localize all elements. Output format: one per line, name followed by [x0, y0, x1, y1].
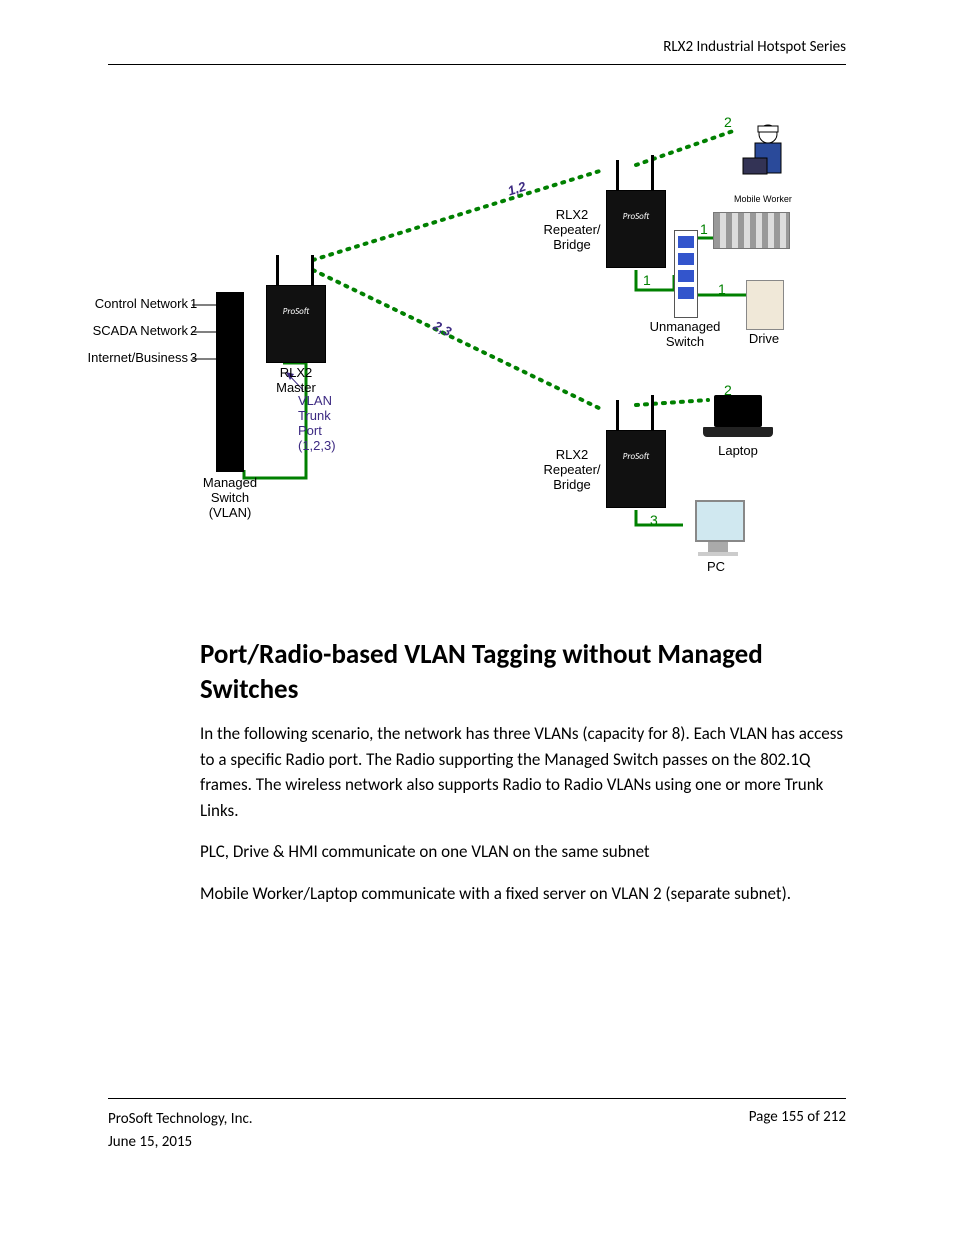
- label-managed-switch: Managed Switch (VLAN): [200, 476, 260, 521]
- footer-page: Page 155 of 212: [749, 1108, 846, 1126]
- footer-left: ProSoft Technology, Inc. June 15, 2015: [108, 1108, 253, 1153]
- section-heading: Port/Radio-based VLAN Tagging without Ma…: [200, 637, 846, 707]
- antenna-icon: [651, 155, 654, 190]
- label-internet-business: Internet/Business: [78, 351, 188, 366]
- label-mobile-worker: Mobile Worker: [734, 194, 792, 204]
- port-number: 3: [650, 512, 658, 528]
- label-control-network: Control Network: [78, 297, 188, 312]
- plc-icon: [713, 212, 790, 249]
- antenna-icon: [276, 255, 279, 285]
- vlan-number-2: 2: [190, 324, 197, 339]
- antenna-icon: [616, 400, 619, 430]
- label-unmanaged-switch: Unmanaged Switch: [648, 320, 722, 350]
- vlan-number: 2: [724, 382, 732, 398]
- vlan-number-3: 3: [190, 351, 197, 366]
- paragraph: Mobile Worker/Laptop communicate with a …: [200, 881, 846, 907]
- port-number: 1: [643, 272, 651, 288]
- vlan-number: 2: [724, 114, 732, 130]
- vlan-number-1: 1: [190, 297, 197, 312]
- paragraph: PLC, Drive & HMI communicate on one VLAN…: [200, 839, 846, 865]
- network-diagram: Control Network 1 SCADA Network 2 Intern…: [108, 100, 846, 620]
- unmanaged-switch-icon: [674, 230, 698, 318]
- rlx2-master-device-icon: ProSoft: [266, 285, 326, 363]
- label-laptop: Laptop: [710, 444, 766, 459]
- body-content: Port/Radio-based VLAN Tagging without Ma…: [200, 637, 846, 922]
- antenna-icon: [616, 160, 619, 190]
- paragraph: In the following scenario, the network h…: [200, 721, 846, 823]
- drive-icon: [746, 280, 784, 330]
- label-rlx2-master: RLX2 Master: [266, 366, 326, 396]
- mobile-worker-icon: [733, 118, 803, 193]
- port-number: 1: [700, 221, 708, 237]
- footer-date: June 15, 2015: [108, 1131, 253, 1154]
- label-drive: Drive: [746, 332, 782, 347]
- label-pc: PC: [686, 560, 746, 575]
- laptop-icon: [703, 395, 773, 440]
- rlx2-repeater-top-icon: ProSoft: [606, 190, 666, 268]
- port-number: 1: [718, 281, 726, 297]
- label-vlan-trunk-port: VLAN Trunk Port (1,2,3): [298, 394, 336, 454]
- label-rlx2-repeater-top: RLX2 Repeater/ Bridge: [541, 208, 603, 253]
- label-rlx2-repeater-bottom: RLX2 Repeater/ Bridge: [541, 448, 603, 493]
- footer-company: ProSoft Technology, Inc.: [108, 1108, 253, 1131]
- antenna-icon: [651, 395, 654, 430]
- page-header: RLX2 Industrial Hotspot Series: [108, 38, 846, 56]
- rlx2-repeater-bottom-icon: ProSoft: [606, 430, 666, 508]
- footer-rule: [108, 1098, 846, 1099]
- header-rule: [108, 64, 846, 65]
- managed-switch-icon: [216, 292, 244, 472]
- label-scada-network: SCADA Network: [78, 324, 188, 339]
